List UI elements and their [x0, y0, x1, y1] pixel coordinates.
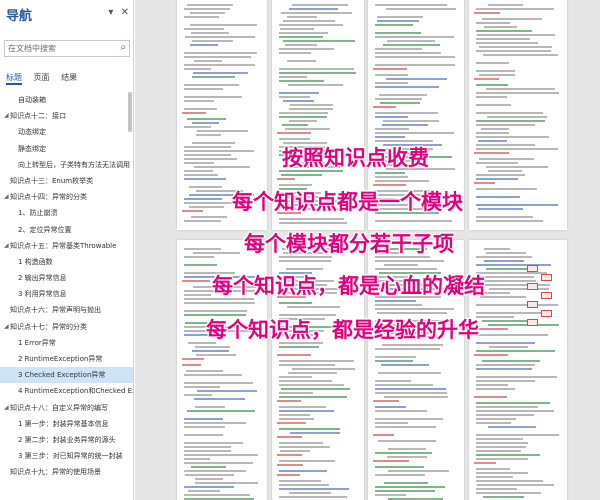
- nav-heading-item[interactable]: ◢ 知识点十八：自定义异常的编写: [0, 400, 133, 416]
- heading-tree: 自动装箱 ◢ 知识点十二：接口 动态绑定 静态绑定 向上转型后，子类特有方法无法调用 知识点…: [0, 92, 133, 481]
- nav-item-label: 1 构造函数: [18, 257, 53, 266]
- document-page-thumbnail: [177, 0, 267, 230]
- nav-item-label: 知识点十二：接口: [10, 112, 66, 121]
- nav-heading-item[interactable]: ◢ 知识点十五：异常基类Throwable: [0, 238, 133, 254]
- nav-subheading-item[interactable]: 4 RuntimeException和Checked Exception区...: [0, 383, 133, 399]
- nav-heading-item[interactable]: 知识点十三：Enum枚举类: [0, 173, 133, 189]
- nav-item-label: 知识点十五：异常基类Throwable: [10, 241, 117, 250]
- search-icon[interactable]: ⌕: [120, 42, 126, 53]
- nav-heading-item[interactable]: 知识点十六：异常声明与抛出: [0, 302, 133, 318]
- nav-subheading-item[interactable]: 动态绑定: [0, 124, 133, 140]
- navigation-pane: 导航 ▾ ✕ 在文档中搜索 ⌕ 标题 页面 结果 自动装箱 ◢ 知识点十二：接口 动态…: [0, 0, 134, 500]
- nav-heading-item[interactable]: ◢ 知识点十四：异常的分类: [0, 189, 133, 205]
- nav-item-label: 2 RuntimeException异常: [18, 355, 103, 363]
- nav-item-label: 4 RuntimeException和Checked Exception区...: [18, 387, 133, 396]
- tab-results[interactable]: 结果: [61, 73, 77, 82]
- tab-pages[interactable]: 页面: [34, 73, 50, 82]
- nav-item-label: 知识点十六：异常声明与抛出: [10, 306, 101, 315]
- nav-heading-item[interactable]: ◢ 知识点十七：异常的分类: [0, 319, 133, 335]
- collapse-arrow-icon[interactable]: ◢: [4, 400, 9, 416]
- document-page-thumbnail: [368, 0, 464, 230]
- document-page-thumbnail: [272, 240, 364, 500]
- document-page-thumbnail: [272, 0, 364, 230]
- nav-item-label: 1、防止崩溃: [18, 209, 58, 218]
- nav-subheading-item[interactable]: 2 RuntimeException异常: [0, 351, 133, 367]
- nav-item-label: 知识点十八：自定义异常的编写: [10, 403, 108, 412]
- nav-item-label: 知识点十四：异常的分类: [10, 193, 87, 202]
- nav-item-label: 知识点十三：Enum枚举类: [10, 176, 94, 185]
- nav-subheading-item[interactable]: 1 构造函数: [0, 254, 133, 270]
- document-page-thumbnail: [469, 0, 567, 230]
- nav-item-label: 3 第三步：对已知异常的统一封装: [18, 452, 123, 461]
- navigation-header: 导航 ▾ ✕: [0, 0, 133, 26]
- nav-subheading-item[interactable]: 1 第一步：封装异常基本信息: [0, 416, 133, 432]
- diagram-thumbnail: [527, 265, 553, 333]
- nav-subheading-item[interactable]: 2 第二步：封装业务异常的源头: [0, 432, 133, 448]
- nav-subheading-item[interactable]: 静态绑定: [0, 141, 133, 157]
- search-input[interactable]: 在文档中搜索 ⌕: [4, 40, 130, 57]
- navigation-controls: ▾ ✕: [104, 7, 129, 18]
- nav-item-label: 知识点十九：异常的使用场景: [10, 468, 101, 477]
- nav-item-label: 2、定位异常位置: [18, 225, 72, 234]
- navigation-title: 导航: [6, 9, 33, 24]
- nav-item-label: 2 第二步：封装业务异常的源头: [18, 435, 116, 444]
- nav-item-label: 自动装箱: [18, 96, 46, 104]
- nav-item-label: 3 利用异常信息: [18, 290, 67, 299]
- nav-subheading-item[interactable]: 2、定位异常位置: [0, 222, 133, 238]
- navigation-tabs: 标题 页面 结果: [6, 72, 86, 85]
- nav-heading-item[interactable]: ◢ 知识点十二：接口: [0, 108, 133, 124]
- nav-subheading-item[interactable]: 3 第三步：对已知异常的统一封装: [0, 448, 133, 464]
- search-placeholder: 在文档中搜索: [8, 44, 56, 53]
- nav-subheading-item[interactable]: 自动装箱: [0, 92, 133, 108]
- collapse-arrow-icon[interactable]: ◢: [4, 319, 9, 335]
- nav-subheading-item[interactable]: 2 输出异常信息: [0, 270, 133, 286]
- nav-subheading-item[interactable]: 1 Error异常: [0, 335, 133, 351]
- nav-item-label: 1 Error异常: [18, 338, 56, 347]
- nav-subheading-item[interactable]: 3 Checked Exception异常: [0, 367, 133, 384]
- nav-heading-item[interactable]: 知识点十九：异常的使用场景: [0, 464, 133, 480]
- nav-item-label: 向上转型后，子类特有方法无法调用: [18, 160, 130, 169]
- dropdown-icon[interactable]: ▾: [108, 7, 113, 18]
- document-page-thumbnail: [469, 240, 567, 500]
- nav-item-label: 2 输出异常信息: [18, 274, 67, 283]
- nav-item-label: 动态绑定: [18, 128, 46, 137]
- collapse-arrow-icon[interactable]: ◢: [4, 189, 9, 205]
- collapse-arrow-icon[interactable]: ◢: [4, 108, 9, 124]
- tab-headings[interactable]: 标题: [6, 73, 22, 85]
- document-page-thumbnail: [368, 240, 464, 500]
- scrollbar-thumb[interactable]: [128, 92, 132, 132]
- nav-item-label: 3 Checked Exception异常: [18, 371, 106, 380]
- collapse-arrow-icon[interactable]: ◢: [4, 238, 9, 254]
- nav-subheading-item[interactable]: 向上转型后，子类特有方法无法调用: [0, 157, 133, 173]
- nav-item-label: 1 第一步：封装异常基本信息: [18, 419, 109, 428]
- nav-subheading-item[interactable]: 3 利用异常信息: [0, 286, 133, 302]
- nav-item-label: 知识点十七：异常的分类: [10, 322, 87, 331]
- close-icon[interactable]: ✕: [121, 7, 129, 18]
- document-page-thumbnail: [177, 240, 267, 500]
- nav-subheading-item[interactable]: 1、防止崩溃: [0, 205, 133, 221]
- document-area: [135, 0, 600, 500]
- nav-item-label: 静态绑定: [18, 144, 46, 153]
